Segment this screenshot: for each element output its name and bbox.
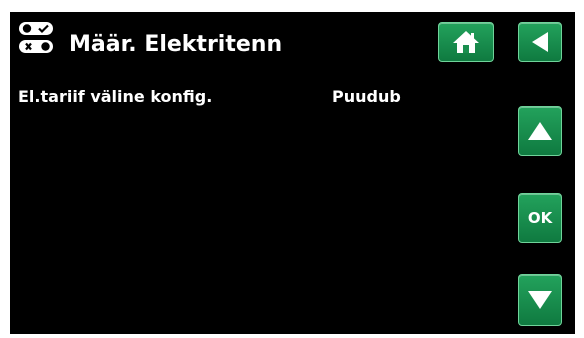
up-arrow-icon <box>528 122 552 140</box>
setting-label: El.tariif väline konfig. <box>18 87 213 106</box>
home-button[interactable] <box>438 22 494 62</box>
home-icon <box>453 31 479 53</box>
down-arrow-icon <box>528 291 552 309</box>
back-button[interactable] <box>518 22 562 62</box>
back-arrow-icon <box>532 32 548 52</box>
ok-button[interactable]: OK <box>518 193 562 243</box>
screen: Määr. Elektritenn El.tariif väline konfi… <box>10 12 575 334</box>
down-button[interactable] <box>518 274 562 326</box>
up-button[interactable] <box>518 106 562 156</box>
page-title: Määr. Elektritenn <box>69 32 283 57</box>
ok-label: OK <box>527 209 553 227</box>
toggle-switches-icon <box>19 22 53 53</box>
setting-value[interactable]: Puudub <box>332 87 401 107</box>
